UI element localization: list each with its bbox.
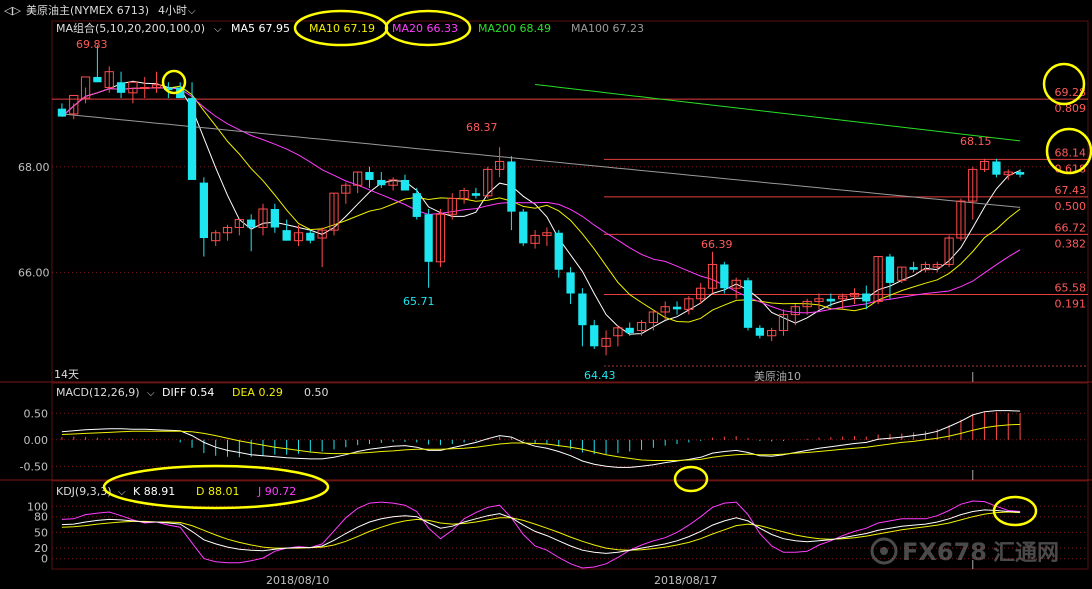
- macd-value-legend: 0.50: [304, 386, 329, 399]
- candle-body: [306, 232, 315, 241]
- watermark-text: FX678: [902, 538, 987, 566]
- candle-body: [507, 161, 516, 212]
- candle-body: [743, 280, 753, 328]
- candle-body: [519, 211, 528, 244]
- high-label: 69.83: [76, 38, 108, 51]
- candle-body: [199, 182, 209, 239]
- candle-body: [282, 230, 291, 241]
- macd-tick-label: -0.50: [20, 460, 48, 473]
- x-tick-label: 2018/08/10: [266, 574, 329, 587]
- candle-body: [1015, 172, 1025, 175]
- candle-body: [566, 272, 575, 294]
- candle-body: [554, 232, 563, 270]
- candle-body: [992, 161, 1001, 175]
- ma20-legend: MA20 66.33: [392, 22, 458, 35]
- candle-body: [116, 82, 126, 93]
- candle-body: [625, 327, 634, 334]
- macd-dropdown-icon[interactable]: ⌵: [147, 388, 155, 399]
- macd-name-legend: MACD(12,26,9): [56, 386, 140, 399]
- ma-group-dropdown-icon[interactable]: ⌵: [214, 24, 222, 35]
- candle-body: [377, 179, 386, 186]
- ma5-legend: MA5 67.95: [231, 22, 290, 35]
- candle-body: [755, 327, 764, 336]
- candle-body: [826, 298, 835, 302]
- high-label: 68.15: [960, 135, 992, 148]
- kdj-tick-label: 0: [41, 553, 48, 566]
- contract-label: 美原油10: [754, 369, 801, 383]
- low-label: 65.71: [403, 295, 435, 308]
- candle-body: [187, 98, 197, 180]
- ma200-legend: MA200 68.49: [478, 22, 551, 35]
- watermark-logo-dot: [880, 547, 888, 555]
- fib-price-label: 67.43: [1055, 184, 1087, 197]
- ma100-legend: MA100 67.23: [571, 22, 644, 35]
- candle-body: [247, 219, 256, 228]
- kdj-tick-label: 50: [34, 526, 48, 539]
- candle-body: [578, 293, 587, 326]
- d-legend: D 88.01: [196, 485, 239, 498]
- fib-price-label: 66.72: [1055, 221, 1087, 234]
- candle-body: [471, 193, 481, 196]
- candle-body: [365, 172, 374, 180]
- candle-body: [57, 108, 67, 117]
- fib-ratio-label: 0.191: [1055, 298, 1087, 311]
- period-label: 14天: [54, 368, 79, 381]
- candle-body: [885, 256, 895, 283]
- candle-body: [412, 193, 421, 217]
- fib-price-label: 65.58: [1055, 282, 1087, 295]
- symbol-title: 美原油主(NYMEX 6713): [26, 3, 149, 17]
- y-tick-label: 66.00: [18, 266, 50, 279]
- low-label: 64.43: [584, 369, 616, 382]
- candle-body: [672, 306, 682, 310]
- fib-ratio-label: 0.500: [1055, 200, 1087, 213]
- nav-arrows-icon[interactable]: ◁▷: [4, 4, 21, 17]
- period-dropdown-icon[interactable]: ⌵: [188, 6, 196, 17]
- kdj-tick-label: 80: [34, 511, 48, 524]
- ma10-legend: MA10 67.19: [309, 22, 375, 35]
- macd-tick-label: 0.00: [24, 434, 49, 447]
- x-tick-label: 2018/08/17: [654, 574, 717, 587]
- candle-body: [590, 325, 599, 347]
- candle-body: [400, 179, 410, 191]
- candle-body: [720, 264, 729, 289]
- candle-body: [424, 214, 433, 262]
- diff-legend: DIFF 0.54: [162, 386, 214, 399]
- candle-body: [270, 209, 279, 228]
- dea-legend: DEA 0.29: [232, 386, 283, 399]
- candle-body: [909, 267, 918, 270]
- period-selector[interactable]: 4小时: [158, 4, 187, 17]
- fib-ratio-label: 0.382: [1055, 237, 1087, 250]
- j-legend: J 90.72: [257, 485, 296, 498]
- chart-header: ◁▷ 美原油主(NYMEX 6713) 4小时 ⌵: [4, 3, 196, 17]
- fib-price-label: 68.14: [1055, 146, 1087, 159]
- watermark-text-cn: 汇通网: [993, 541, 1059, 566]
- oil-candlestick-chart[interactable]: ◁▷ 美原油主(NYMEX 6713) 4小时 ⌵ 69.280.80968.1…: [0, 0, 1092, 589]
- k-legend: K 88.91: [133, 485, 175, 498]
- ma-group-legend: MA组合(5,10,20,200,100,0): [56, 21, 205, 35]
- y-tick-label: 68.00: [18, 161, 50, 174]
- high-label: 68.37: [466, 121, 498, 134]
- candle-body: [93, 76, 102, 83]
- candle-body: [862, 293, 871, 302]
- candle-body: [140, 87, 150, 90]
- macd-tick-label: 0.50: [24, 407, 49, 420]
- high-label: 66.39: [701, 238, 733, 251]
